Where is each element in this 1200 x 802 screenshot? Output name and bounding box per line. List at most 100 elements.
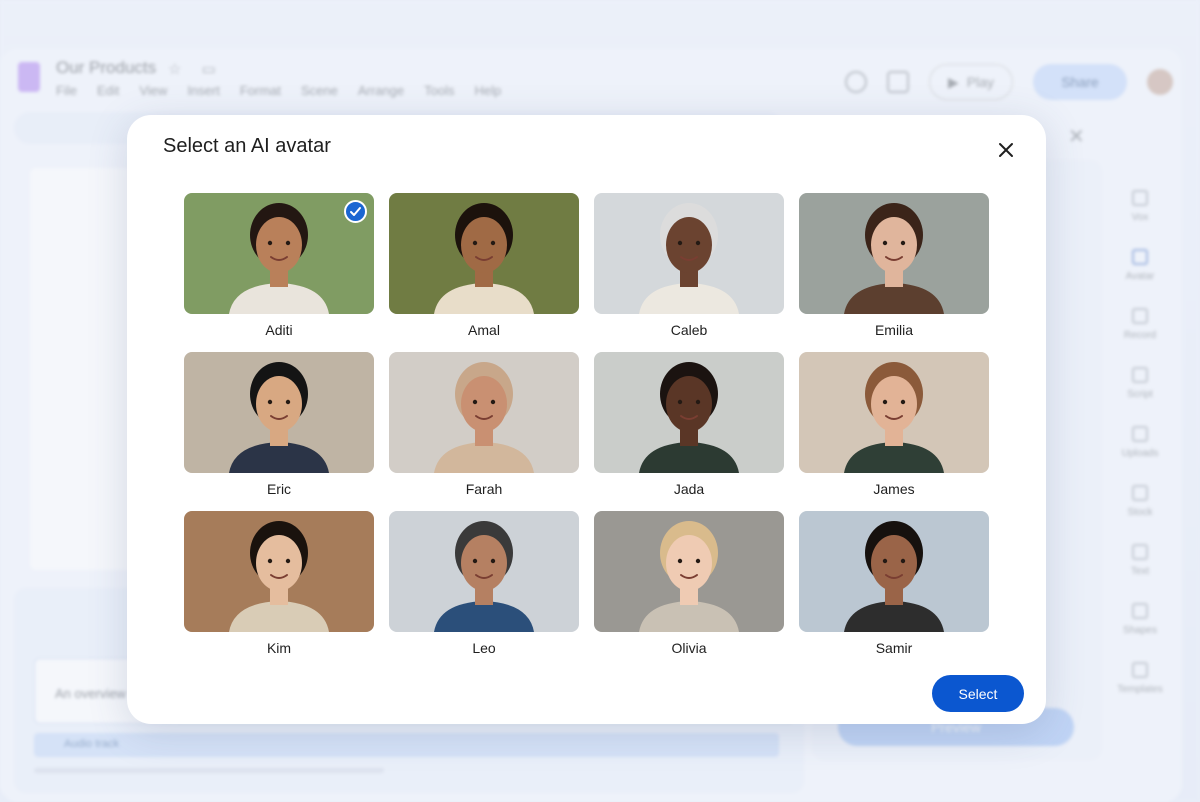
avatar-thumbnail (389, 511, 579, 632)
star-folder-icons: ☆ ▭ (168, 61, 224, 78)
avatar-thumbnail (799, 352, 989, 473)
portrait-eye (900, 558, 906, 564)
avatar-portrait (799, 511, 989, 632)
portrait-eye (472, 399, 478, 405)
avatar-grid: Aditi Amal Caleb Emilia Eric Farah Jada James Ki… (184, 193, 989, 656)
comment-icon (887, 71, 909, 93)
timeline-scrollbar (34, 768, 384, 773)
portrait-eye (882, 240, 888, 246)
history-icon (845, 71, 867, 93)
selected-check-icon (344, 200, 367, 223)
side-rail-item: Stock (1112, 485, 1168, 544)
menu-item: Insert (187, 83, 220, 98)
avatar-thumbnail (594, 511, 784, 632)
portrait-face (256, 535, 302, 591)
portrait-eye (490, 558, 496, 564)
portrait-eye (490, 240, 496, 246)
avatar-portrait (594, 193, 784, 314)
avatar-name: Kim (266, 640, 292, 656)
side-rail: Vox Avatar Record Script Uploads Stock T… (1112, 190, 1168, 721)
portrait-eye (695, 558, 701, 564)
avatar-option-leo[interactable]: Leo (389, 511, 579, 656)
audio-track: Audio track (34, 733, 779, 757)
portrait-face (461, 217, 507, 273)
avatar-thumbnail (389, 352, 579, 473)
avatar-name: James (873, 481, 915, 497)
avatar-portrait (389, 352, 579, 473)
avatar-thumbnail (184, 352, 374, 473)
menu-item: View (139, 83, 168, 98)
portrait-face (461, 535, 507, 591)
select-button[interactable]: Select (932, 675, 1024, 712)
avatar-option-emilia[interactable]: Emilia (799, 193, 989, 338)
portrait-eye (677, 240, 683, 246)
account-avatar (1147, 69, 1173, 95)
portrait-face (666, 376, 712, 432)
portrait-eye (882, 399, 888, 405)
menu-item: File (56, 83, 77, 98)
portrait-eye (882, 558, 888, 564)
avatar-thumbnail (184, 511, 374, 632)
avatar-option-caleb[interactable]: Caleb (594, 193, 784, 338)
portrait-face (871, 376, 917, 432)
avatar-option-jada[interactable]: Jada (594, 352, 784, 497)
avatar-name: Emilia (874, 322, 914, 338)
app-logo-icon (18, 62, 40, 92)
document-title: Our Products (56, 58, 157, 77)
menu-bar: File Edit View Insert Format Scene Arran… (56, 83, 501, 98)
avatar-option-olivia[interactable]: Olivia (594, 511, 784, 656)
avatar-thumbnail (799, 193, 989, 314)
avatar-option-james[interactable]: James (799, 352, 989, 497)
avatar-portrait (799, 193, 989, 314)
side-rail-item: Uploads (1112, 426, 1168, 485)
play-button: ▶ Play (929, 64, 1013, 100)
avatar-portrait (389, 511, 579, 632)
avatar-thumbnail (389, 193, 579, 314)
portrait-face (666, 535, 712, 591)
portrait-eye (267, 558, 273, 564)
avatar-portrait (184, 352, 374, 473)
avatar-portrait (799, 352, 989, 473)
menu-item: Edit (96, 83, 120, 98)
avatar-portrait (594, 352, 784, 473)
portrait-eye (472, 240, 478, 246)
portrait-eye (695, 240, 701, 246)
avatar-thumbnail (594, 352, 784, 473)
avatar-option-farah[interactable]: Farah (389, 352, 579, 497)
portrait-eye (472, 558, 478, 564)
dialog-title: Select an AI avatar (163, 135, 331, 157)
avatar-option-aditi[interactable]: Aditi (184, 193, 374, 338)
side-rail-item: Vox (1112, 190, 1168, 249)
avatar-name: Olivia (671, 640, 707, 656)
portrait-face (256, 376, 302, 432)
avatar-thumbnail (184, 193, 374, 314)
avatar-option-eric[interactable]: Eric (184, 352, 374, 497)
avatar-thumbnail (594, 193, 784, 314)
avatar-name: Amal (468, 322, 500, 338)
avatar-option-amal[interactable]: Amal (389, 193, 579, 338)
portrait-eye (285, 399, 291, 405)
avatar-name: Samir (875, 640, 913, 656)
avatar-name: Eric (266, 481, 292, 497)
close-icon (999, 143, 1013, 157)
avatar-name: Leo (472, 640, 496, 656)
portrait-eye (900, 399, 906, 405)
avatar-option-kim[interactable]: Kim (184, 511, 374, 656)
menu-item: Format (239, 83, 281, 98)
avatar-portrait (389, 193, 579, 314)
portrait-face (666, 217, 712, 273)
side-rail-item: Avatar (1112, 249, 1168, 308)
portrait-eye (267, 240, 273, 246)
avatar-name: Jada (673, 481, 705, 497)
portrait-eye (267, 399, 273, 405)
avatar-thumbnail (799, 511, 989, 632)
side-rail-item: Script (1112, 367, 1168, 426)
side-rail-item: Shapes (1112, 603, 1168, 662)
avatar-portrait (594, 511, 784, 632)
avatar-name: Farah (465, 481, 503, 497)
close-button[interactable] (993, 137, 1019, 163)
portrait-eye (695, 399, 701, 405)
avatar-option-samir[interactable]: Samir (799, 511, 989, 656)
portrait-face (256, 217, 302, 273)
side-rail-item: Text (1112, 544, 1168, 603)
